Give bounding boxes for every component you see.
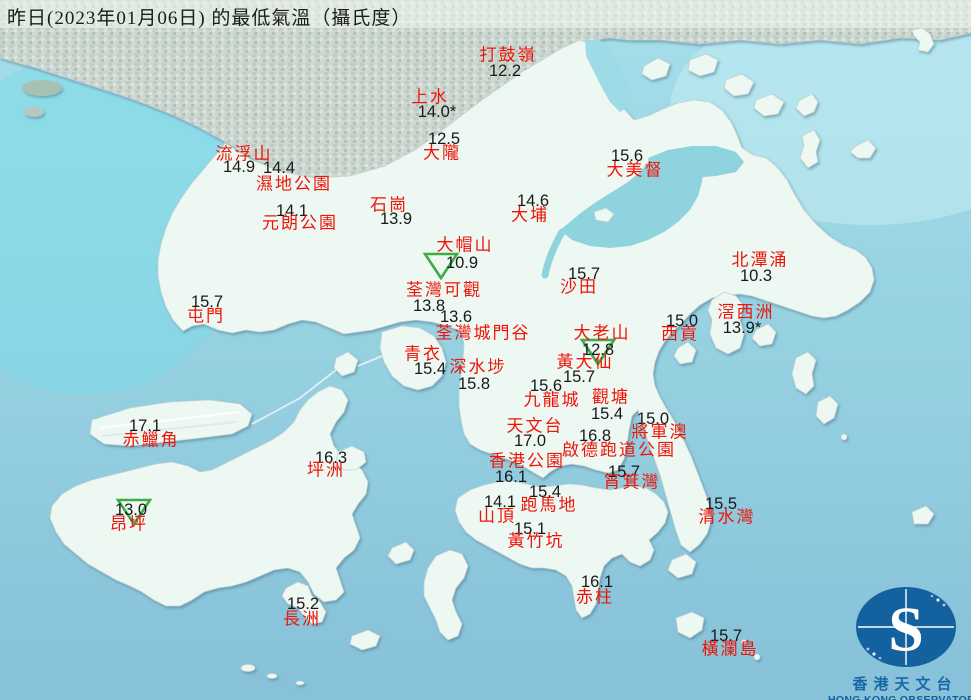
weather-map-page: 12.2 打鼓嶺 14.0* 上水 12.5 大隴 14.9 流浮山 14.4 濕地公園 14.1 元… [0,0,971,700]
logo-en-text: HONG KONG OBSERVATORY [828,693,971,700]
island [22,80,62,96]
island [799,129,821,169]
logo-zh-text: 香港天文台 [852,676,958,693]
island [741,639,747,645]
island [240,664,256,672]
island [24,107,44,117]
island [840,433,848,441]
hko-logo-icon: S [856,587,956,667]
hko-logo: S 香港天文台 HONG KONG OBSERVATORY [820,584,971,700]
island [753,653,761,661]
island [266,673,278,679]
page-title: 昨日(2023年01月06日) 的最低氣溫（攝氏度） [7,8,412,29]
island [791,351,817,395]
logo-s-swirl: S [888,594,924,665]
island [295,680,305,686]
